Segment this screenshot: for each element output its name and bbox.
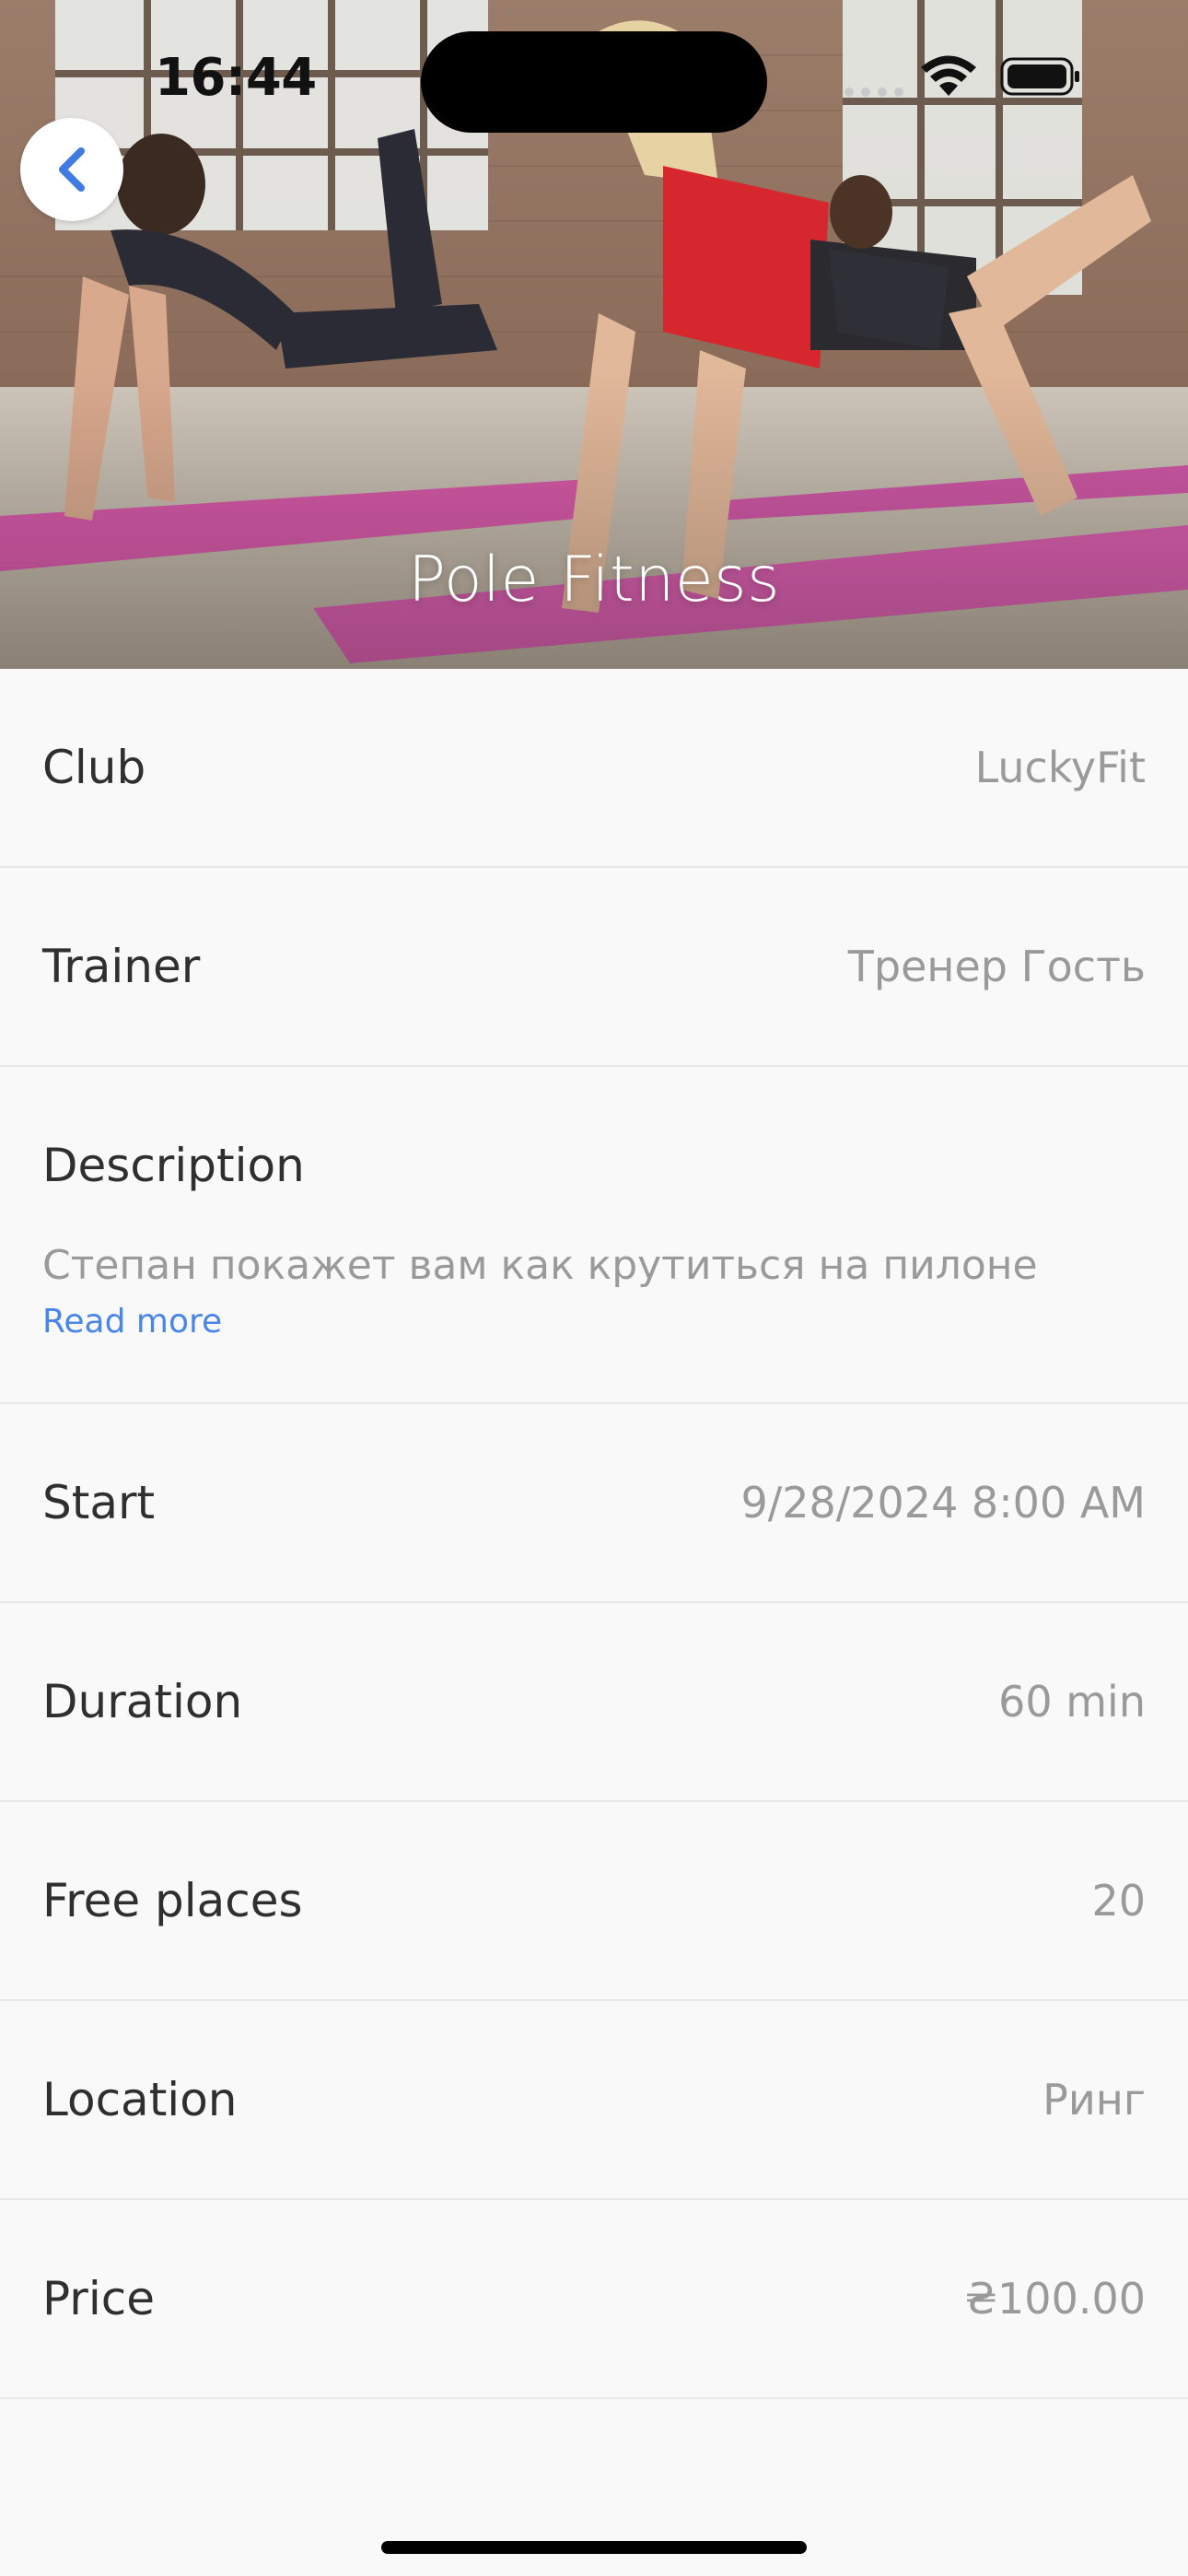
description-text: Степан покажет вам как крутиться на пило… xyxy=(42,1242,1038,1289)
duration-label: Duration xyxy=(42,1675,243,1728)
trainer-label: Trainer xyxy=(42,940,201,993)
price-value: ₴100.00 xyxy=(964,2274,1146,2324)
detail-row-price: Price ₴100.00 xyxy=(0,2200,1188,2399)
trainer-value: Тренер Гость xyxy=(847,942,1146,991)
class-details: Club LuckyFit Trainer Тренер Гость Descr… xyxy=(0,669,1188,2399)
detail-row-trainer: Trainer Тренер Гость xyxy=(0,868,1188,1067)
start-value: 9/28/2024 8:00 AM xyxy=(740,1478,1146,1528)
back-button[interactable] xyxy=(20,118,123,221)
free-places-label: Free places xyxy=(42,1874,303,1927)
duration-value: 60 min xyxy=(998,1677,1146,1727)
location-label: Location xyxy=(42,2073,238,2126)
detail-row-free-places: Free places 20 xyxy=(0,1802,1188,2001)
dynamic-island xyxy=(421,31,767,133)
free-places-value: 20 xyxy=(1091,1876,1146,1926)
detail-row-description: Description Степан покажет вам как крути… xyxy=(0,1067,1188,1404)
chevron-left-icon xyxy=(59,147,85,192)
status-icons xyxy=(840,53,1089,100)
detail-row-duration: Duration 60 min xyxy=(0,1603,1188,1802)
home-indicator[interactable] xyxy=(381,2541,807,2554)
club-value: LuckyFit xyxy=(974,743,1146,792)
status-time: 16:44 xyxy=(155,48,317,108)
location-value: Ринг xyxy=(1042,2075,1146,2125)
wifi-icon xyxy=(921,55,976,96)
battery-icon xyxy=(1000,57,1079,96)
screen: Pole Fitness 16:44 Club LuckyFit Trainer… xyxy=(0,0,1188,2576)
detail-row-location: Location Ринг xyxy=(0,2001,1188,2200)
description-label: Description xyxy=(42,1139,305,1192)
price-label: Price xyxy=(42,2272,155,2325)
class-title: Pole Fitness xyxy=(407,544,781,616)
cellular-signal-icon xyxy=(844,88,903,97)
start-label: Start xyxy=(42,1476,156,1529)
club-label: Club xyxy=(42,741,146,794)
read-more-link[interactable]: Read more xyxy=(42,1303,222,1341)
detail-row-start: Start 9/28/2024 8:00 AM xyxy=(0,1404,1188,1603)
detail-row-club: Club LuckyFit xyxy=(0,669,1188,868)
